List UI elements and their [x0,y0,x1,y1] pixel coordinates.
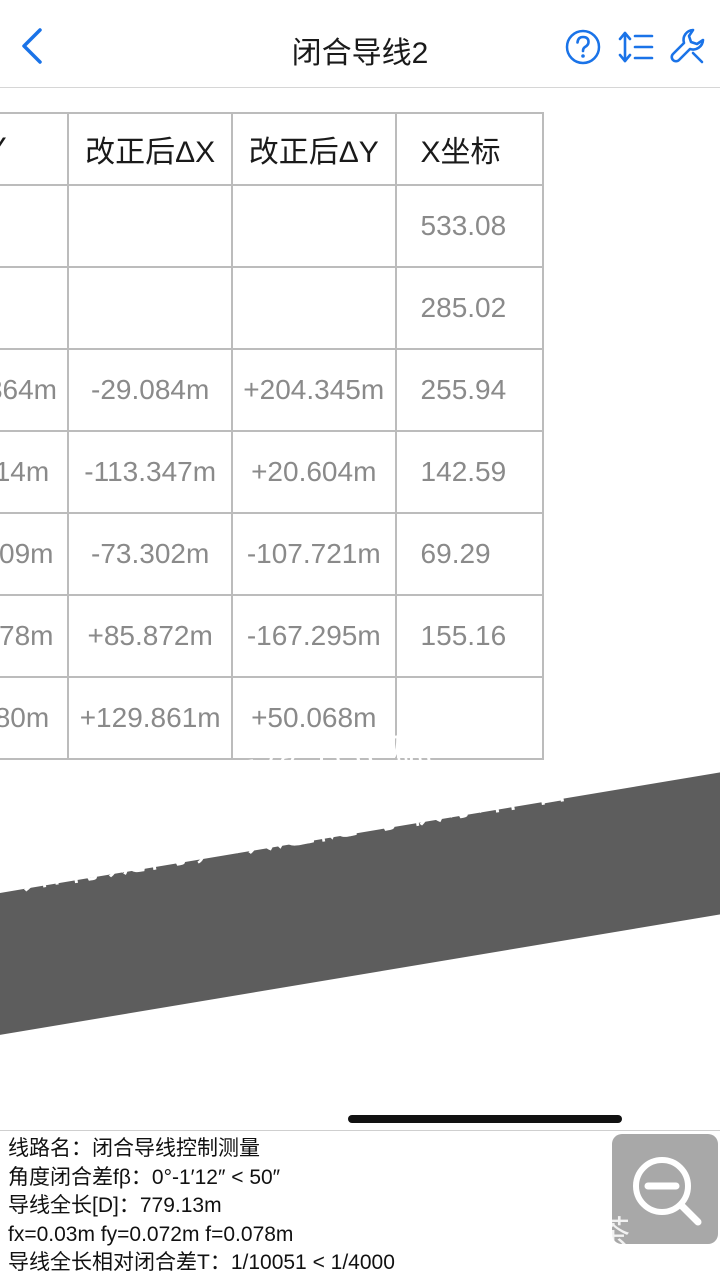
table-cell: +204.364m [0,348,70,432]
wrench-icon [670,28,705,64]
table-header-row: ΔY 改正后ΔX 改正后ΔY X坐标 [0,112,545,186]
table-cell [0,184,70,268]
nav-bar: 闭合导线2 [0,0,720,88]
table-cell: -107.709m [0,512,70,596]
page-title: 闭合导线2 [291,37,429,70]
closure-errors: fx=0.03m fy=0.072m f=0.078m [8,1222,294,1246]
results-table[interactable]: ΔY 改正后ΔX 改正后ΔY X坐标 533.08 285.02 +204.36… [0,112,720,772]
help-circle-icon [565,29,601,65]
route-name: 线路名：闭合导线控制测量 [8,1137,260,1160]
table-cell: 255.94 [394,348,545,432]
total-length: 导线全长[D]：779.13m [8,1194,222,1217]
table-cell: 533.08 [394,184,545,268]
table-cell: 142.59 [394,430,545,514]
table-cell [230,266,397,350]
table-cell: +129.861m [67,676,233,760]
table-row[interactable]: +20.614m -113.347m +20.604m 142.59 [0,430,545,514]
table-cell: -167.278m [0,594,70,678]
help-button[interactable] [564,28,602,66]
table-cell: +50.080m [0,676,70,760]
table-row[interactable]: +204.364m -29.084m +204.345m 255.94 [0,348,545,432]
home-indicator [348,1115,622,1123]
table-header-cell: ΔY [0,112,70,186]
table-header-cell: 改正后ΔX [67,112,233,186]
sort-list-icon [618,31,654,63]
table-cell: -29.084m [67,348,233,432]
table-cell [67,184,233,268]
table-cell: 155.16 [394,594,545,678]
table-header-cell: 改正后ΔY [230,112,397,186]
table-cell: +85.872m [67,594,233,678]
relative-closure: 导线全长相对闭合差T：1/10051 < 1/4000 [8,1251,395,1274]
table-row[interactable]: -107.709m -73.302m -107.721m 69.29 [0,512,545,596]
table-cell: -167.295m [230,594,397,678]
table-row[interactable]: 533.08 [0,184,545,268]
table-header-cell: X坐标 [394,112,545,186]
sort-button[interactable] [616,28,656,66]
table-cell: 285.02 [394,266,545,350]
table-row[interactable]: -167.278m +85.872m -167.295m 155.16 [0,594,545,678]
watermark: 微茶 [560,1214,632,1254]
table-cell [230,184,397,268]
table-cell [0,266,70,350]
table-cell: +204.345m [230,348,397,432]
table-cell: 69.29 [394,512,545,596]
table-cell: +20.614m [0,430,70,514]
table-cell: -73.302m [67,512,233,596]
table-cell [67,266,233,350]
table-cell: -113.347m [67,430,233,514]
table-row[interactable]: 285.02 [0,266,545,350]
angle-closure: 角度闭合差fβ：0°-1′12″ < 50″ [8,1165,281,1189]
settings-button[interactable] [668,26,708,66]
table-cell: +20.604m [230,430,397,514]
table-cell: -107.721m [230,512,397,596]
summary-info: 线路名：闭合导线控制测量 角度闭合差fβ：0°-1′12″ < 50″ 导线全长… [8,1135,395,1278]
